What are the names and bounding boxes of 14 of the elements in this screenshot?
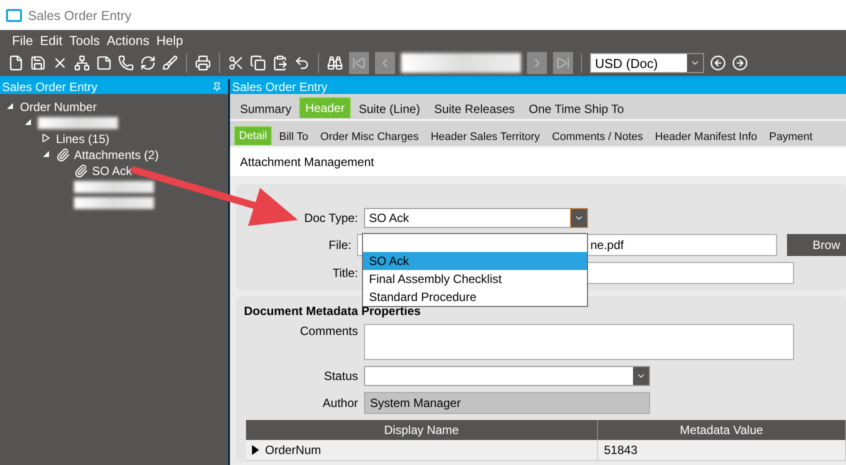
window-title: Sales Order Entry (28, 8, 132, 22)
field-label: Status (324, 369, 358, 383)
panel-title: Sales Order Entry (232, 80, 328, 94)
field-label: Comments (300, 324, 358, 338)
field-label: File: (328, 238, 352, 252)
table-cell: 51843 (604, 443, 638, 457)
author-field: System Manager (364, 392, 650, 414)
field-label: Author (322, 396, 358, 410)
field-label: Title: (332, 266, 358, 280)
panel-title: Sales Order Entry (2, 80, 98, 94)
group-heading: Document Metadata Properties (243, 304, 422, 318)
field-label: Doc Type: (304, 211, 358, 225)
section-title: Attachment Management (240, 155, 374, 169)
table-cell: OrderNum (265, 443, 322, 457)
